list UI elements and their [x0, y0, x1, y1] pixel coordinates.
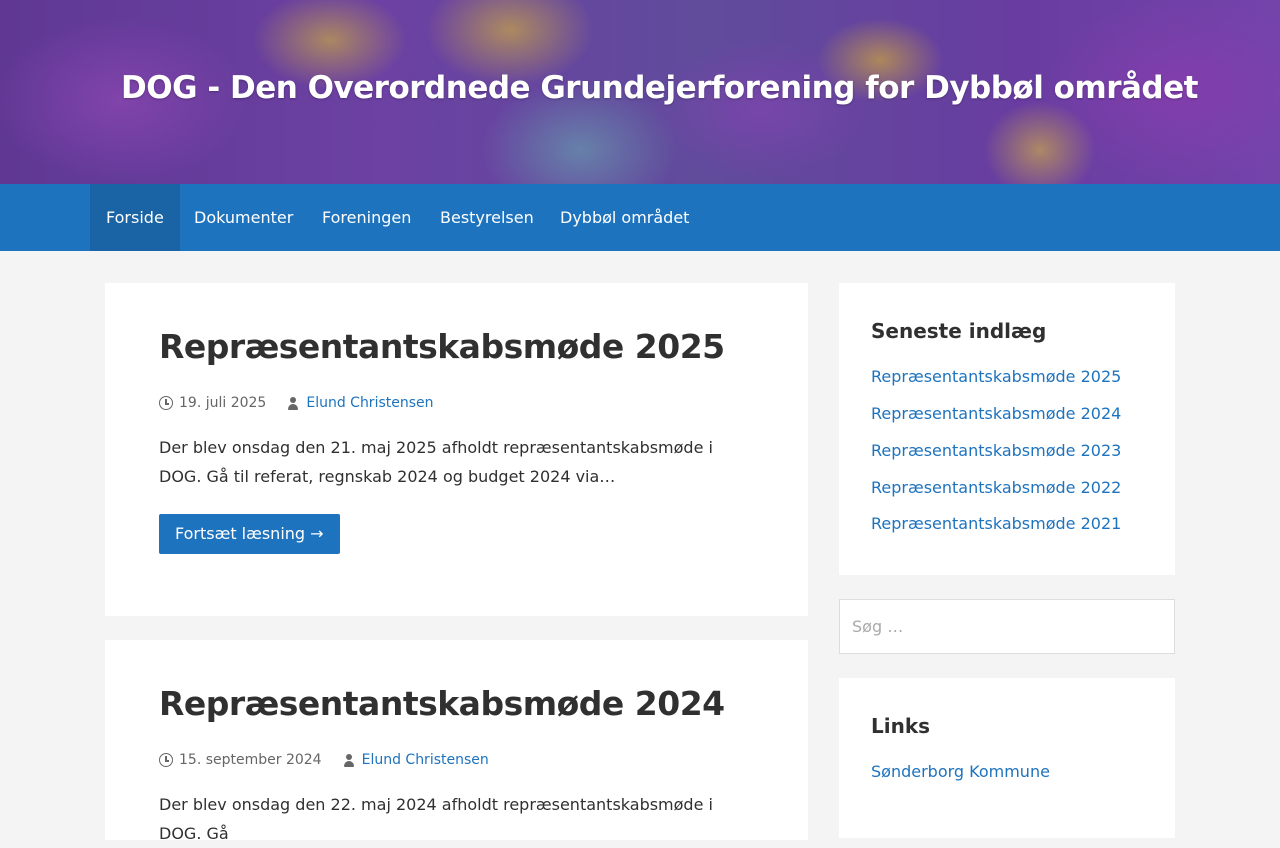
recent-post-link[interactable]: Repræsentantskabsmøde 2024 — [871, 404, 1121, 423]
user-icon — [286, 396, 300, 410]
nav-item-dokumenter[interactable]: Dokumenter — [178, 184, 309, 251]
clock-icon — [159, 753, 173, 767]
post-excerpt: Der blev onsdag den 22. maj 2024 afholdt… — [159, 795, 713, 843]
search-box — [839, 599, 1175, 654]
widget-title: Links — [871, 714, 931, 738]
search-input[interactable] — [840, 600, 1174, 653]
clock-icon — [159, 396, 173, 410]
main-navigation: Forside Dokumenter Foreningen Bestyrelse… — [0, 184, 1280, 251]
post-card: Repræsentantskabsmøde 2025 19. juli 2025… — [105, 283, 808, 616]
post-meta: 15. september 2024 Elund Christensen — [159, 752, 489, 768]
post-excerpt: Der blev onsdag den 21. maj 2025 afholdt… — [159, 438, 713, 486]
links-widget: Links Sønderborg Kommune — [839, 678, 1175, 838]
recent-post-link[interactable]: Repræsentantskabsmøde 2021 — [871, 514, 1121, 533]
nav-item-dybbol-omradet[interactable]: Dybbøl området — [544, 184, 705, 251]
post-date[interactable]: 19. juli 2025 — [179, 395, 266, 411]
nav-item-forside[interactable]: Forside — [90, 184, 180, 251]
post-title[interactable]: Repræsentantskabsmøde 2025 — [159, 327, 725, 366]
widget-title: Seneste indlæg — [871, 319, 1047, 343]
recent-post-link[interactable]: Repræsentantskabsmøde 2022 — [871, 478, 1121, 497]
post-title[interactable]: Repræsentantskabsmøde 2024 — [159, 684, 725, 723]
site-header: DOG - Den Overordnede Grundejerforening … — [0, 0, 1280, 184]
post-author[interactable]: Elund Christensen — [306, 395, 433, 411]
post-card: Repræsentantskabsmøde 2024 15. september… — [105, 640, 808, 843]
read-more-button[interactable]: Fortsæt læsning → — [159, 514, 340, 554]
recent-post-link[interactable]: Repræsentantskabsmøde 2025 — [871, 367, 1121, 386]
post-date[interactable]: 15. september 2024 — [179, 752, 322, 768]
nav-item-bestyrelsen[interactable]: Bestyrelsen — [424, 184, 550, 251]
recent-post-link[interactable]: Repræsentantskabsmøde 2023 — [871, 441, 1121, 460]
post-author[interactable]: Elund Christensen — [362, 752, 489, 768]
user-icon — [342, 753, 356, 767]
recent-posts-widget: Seneste indlæg Repræsentantskabsmøde 202… — [839, 283, 1175, 575]
external-link[interactable]: Sønderborg Kommune — [871, 762, 1050, 781]
post-meta: 19. juli 2025 Elund Christensen — [159, 395, 434, 411]
nav-item-foreningen[interactable]: Foreningen — [306, 184, 427, 251]
site-title[interactable]: DOG - Den Overordnede Grundejerforening … — [121, 70, 1198, 106]
